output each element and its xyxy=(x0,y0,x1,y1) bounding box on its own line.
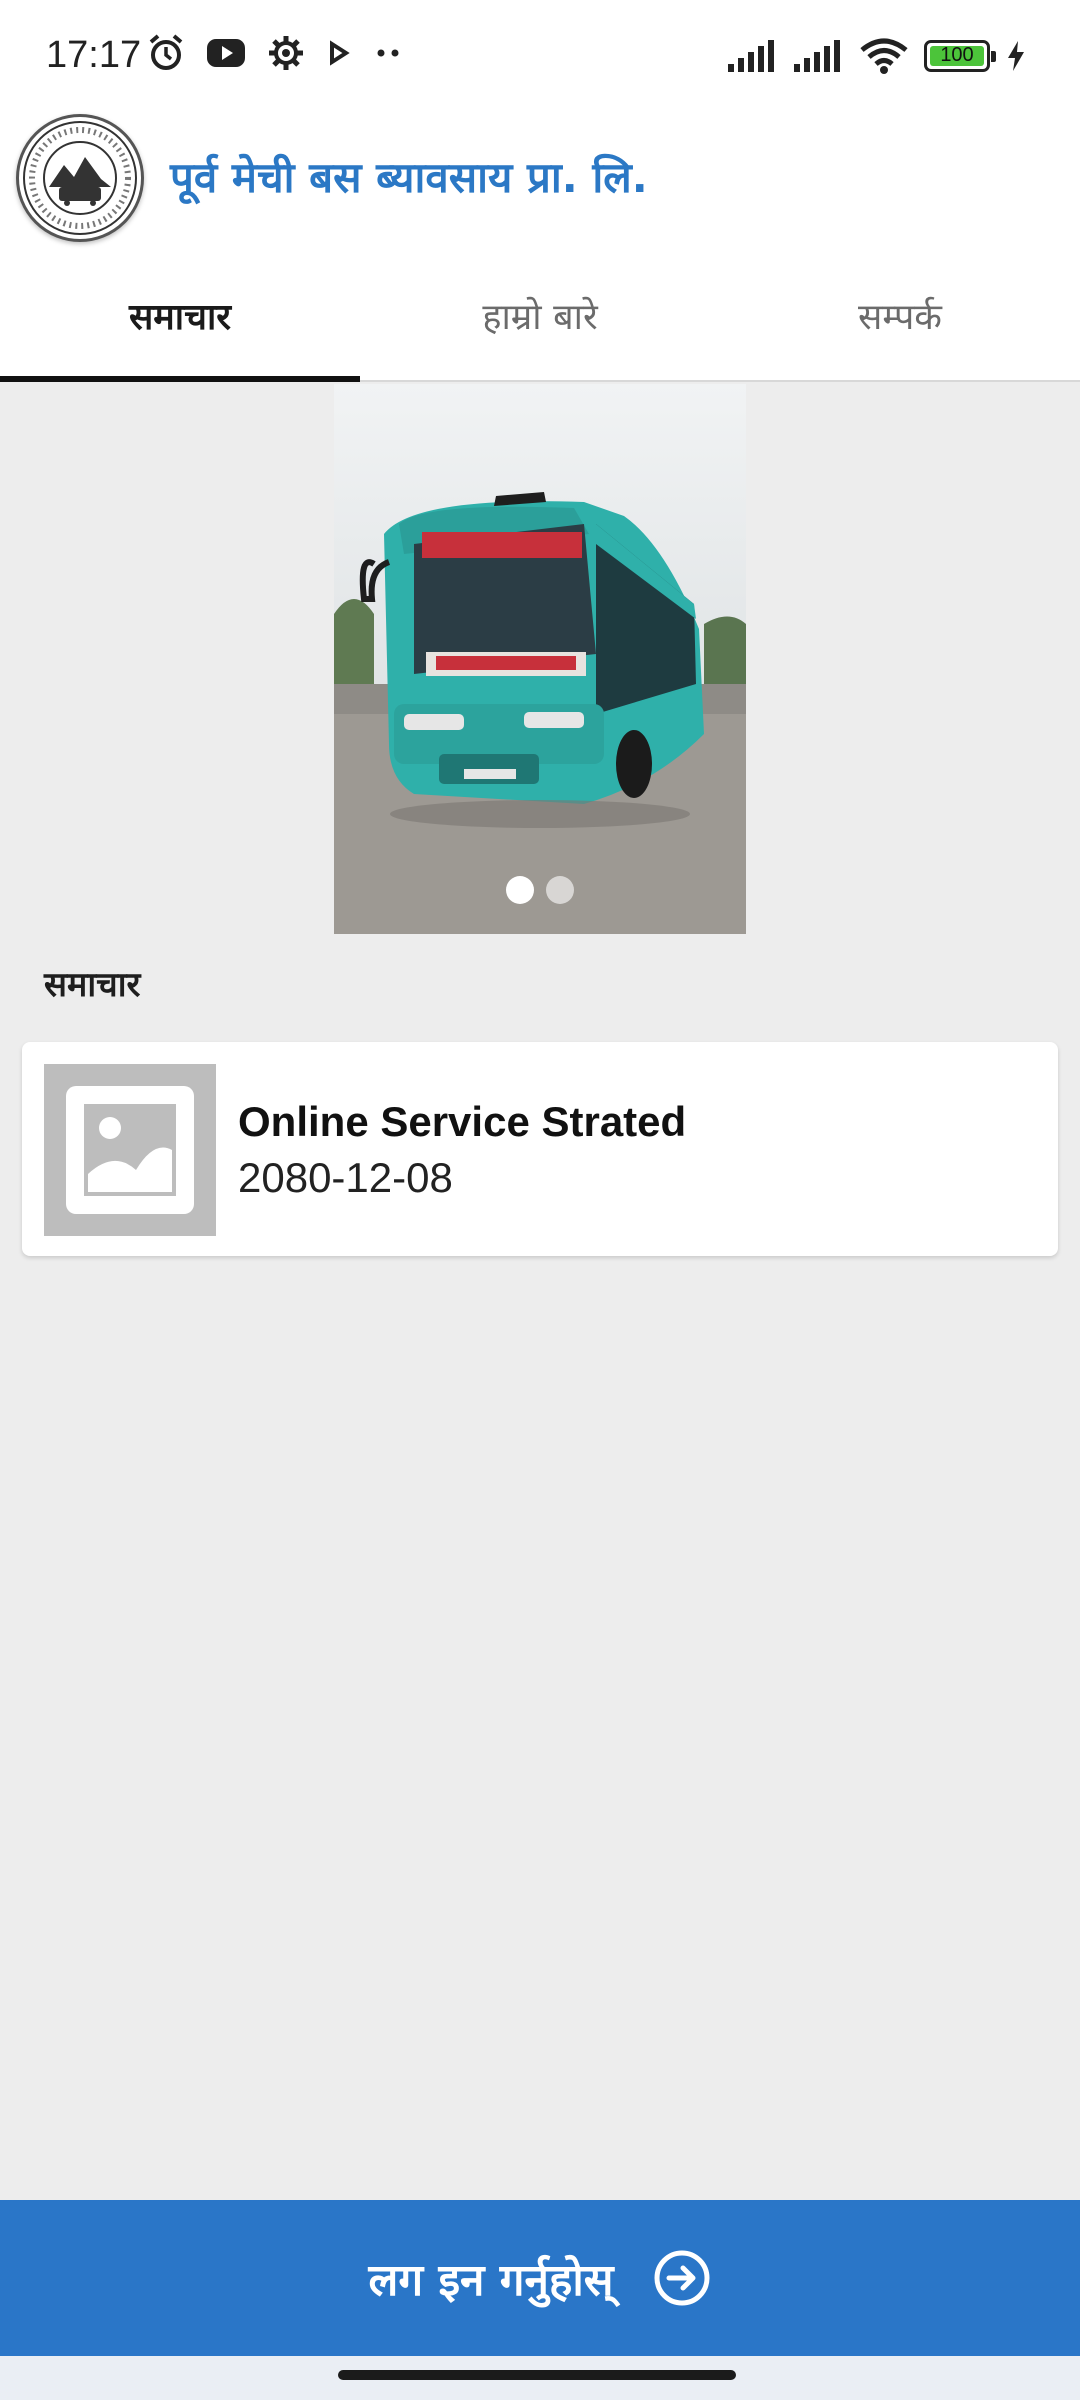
tab-bar: समाचार हाम्रो बारे सम्पर्क xyxy=(0,250,1080,382)
battery-level: 100 xyxy=(940,44,974,66)
carousel-indicators xyxy=(334,876,746,904)
play-icon xyxy=(330,40,350,66)
signal-icon xyxy=(728,40,774,72)
youtube-icon xyxy=(207,39,245,67)
login-label: लग इन गर्नुहोस् xyxy=(368,2255,614,2306)
tab-contact[interactable]: सम्पर्क xyxy=(720,250,1080,380)
status-icons-left xyxy=(148,34,402,72)
settings-icon xyxy=(269,36,303,70)
home-gesture-handle[interactable] xyxy=(338,2370,736,2380)
battery-icon: 100 xyxy=(924,40,996,72)
image-placeholder-icon xyxy=(44,1064,216,1236)
more-dots-icon xyxy=(377,49,399,57)
carousel-dot-1[interactable] xyxy=(506,876,534,904)
status-icons-right: 100 xyxy=(728,38,1026,74)
image-carousel[interactable] xyxy=(334,384,746,934)
news-date: 2080-12-08 xyxy=(238,1154,453,1201)
login-button[interactable]: लग इन गर्नुहोस् xyxy=(0,2200,1080,2356)
news-title: Online Service Strated xyxy=(238,1098,687,1145)
charging-icon xyxy=(1008,41,1024,71)
status-bar: 17:17 100 xyxy=(0,0,1080,110)
carousel-dot-2[interactable] xyxy=(546,876,574,904)
signal-icon xyxy=(794,40,840,72)
news-card[interactable]: Online Service Strated 2080-12-08 xyxy=(22,1042,1058,1256)
company-logo xyxy=(16,114,144,242)
system-navigation-bar xyxy=(0,2356,1080,2400)
wifi-icon xyxy=(860,38,908,74)
app-title: पूर्व मेची बस ब्यावसाय प्रा. लि. xyxy=(170,153,648,202)
status-time: 17:17 xyxy=(46,34,142,76)
bus-photo xyxy=(334,384,746,934)
tab-about-us[interactable]: हाम्रो बारे xyxy=(360,250,720,380)
news-section-title: समाचार xyxy=(44,965,141,1005)
alarm-icon xyxy=(149,34,183,70)
app-header: पूर्व मेची बस ब्यावसाय प्रा. लि. xyxy=(0,110,1080,250)
tab-news[interactable]: समाचार xyxy=(0,250,360,382)
arrow-right-circle-icon xyxy=(654,2250,710,2306)
